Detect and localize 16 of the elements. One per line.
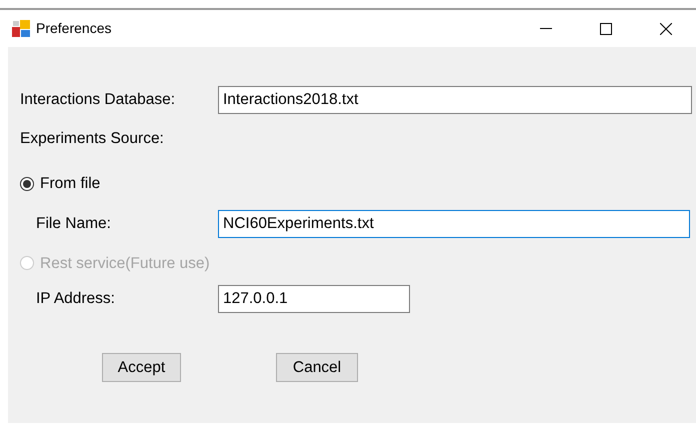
minimize-icon <box>540 28 552 29</box>
window-title: Preferences <box>36 19 112 38</box>
text-field[interactable]: NCI60Experiments.txt <box>218 210 690 238</box>
section-label: Experiments Source: <box>20 129 164 149</box>
radio-button[interactable] <box>20 176 34 191</box>
field-label: IP Address: <box>36 289 116 310</box>
field-label: Interactions Database: <box>20 90 176 110</box>
maximize-icon <box>600 22 612 34</box>
text-field[interactable]: Interactions2018.txt <box>218 86 692 114</box>
field-label: File Name: <box>36 214 112 234</box>
radio-label: Rest service(Future use) <box>40 254 210 274</box>
cancel-button[interactable]: Cancel <box>276 352 358 382</box>
app-icon <box>12 20 30 38</box>
radio-label: From file <box>40 174 100 194</box>
accept-button[interactable]: Accept <box>102 352 181 382</box>
close-icon <box>660 22 672 34</box>
